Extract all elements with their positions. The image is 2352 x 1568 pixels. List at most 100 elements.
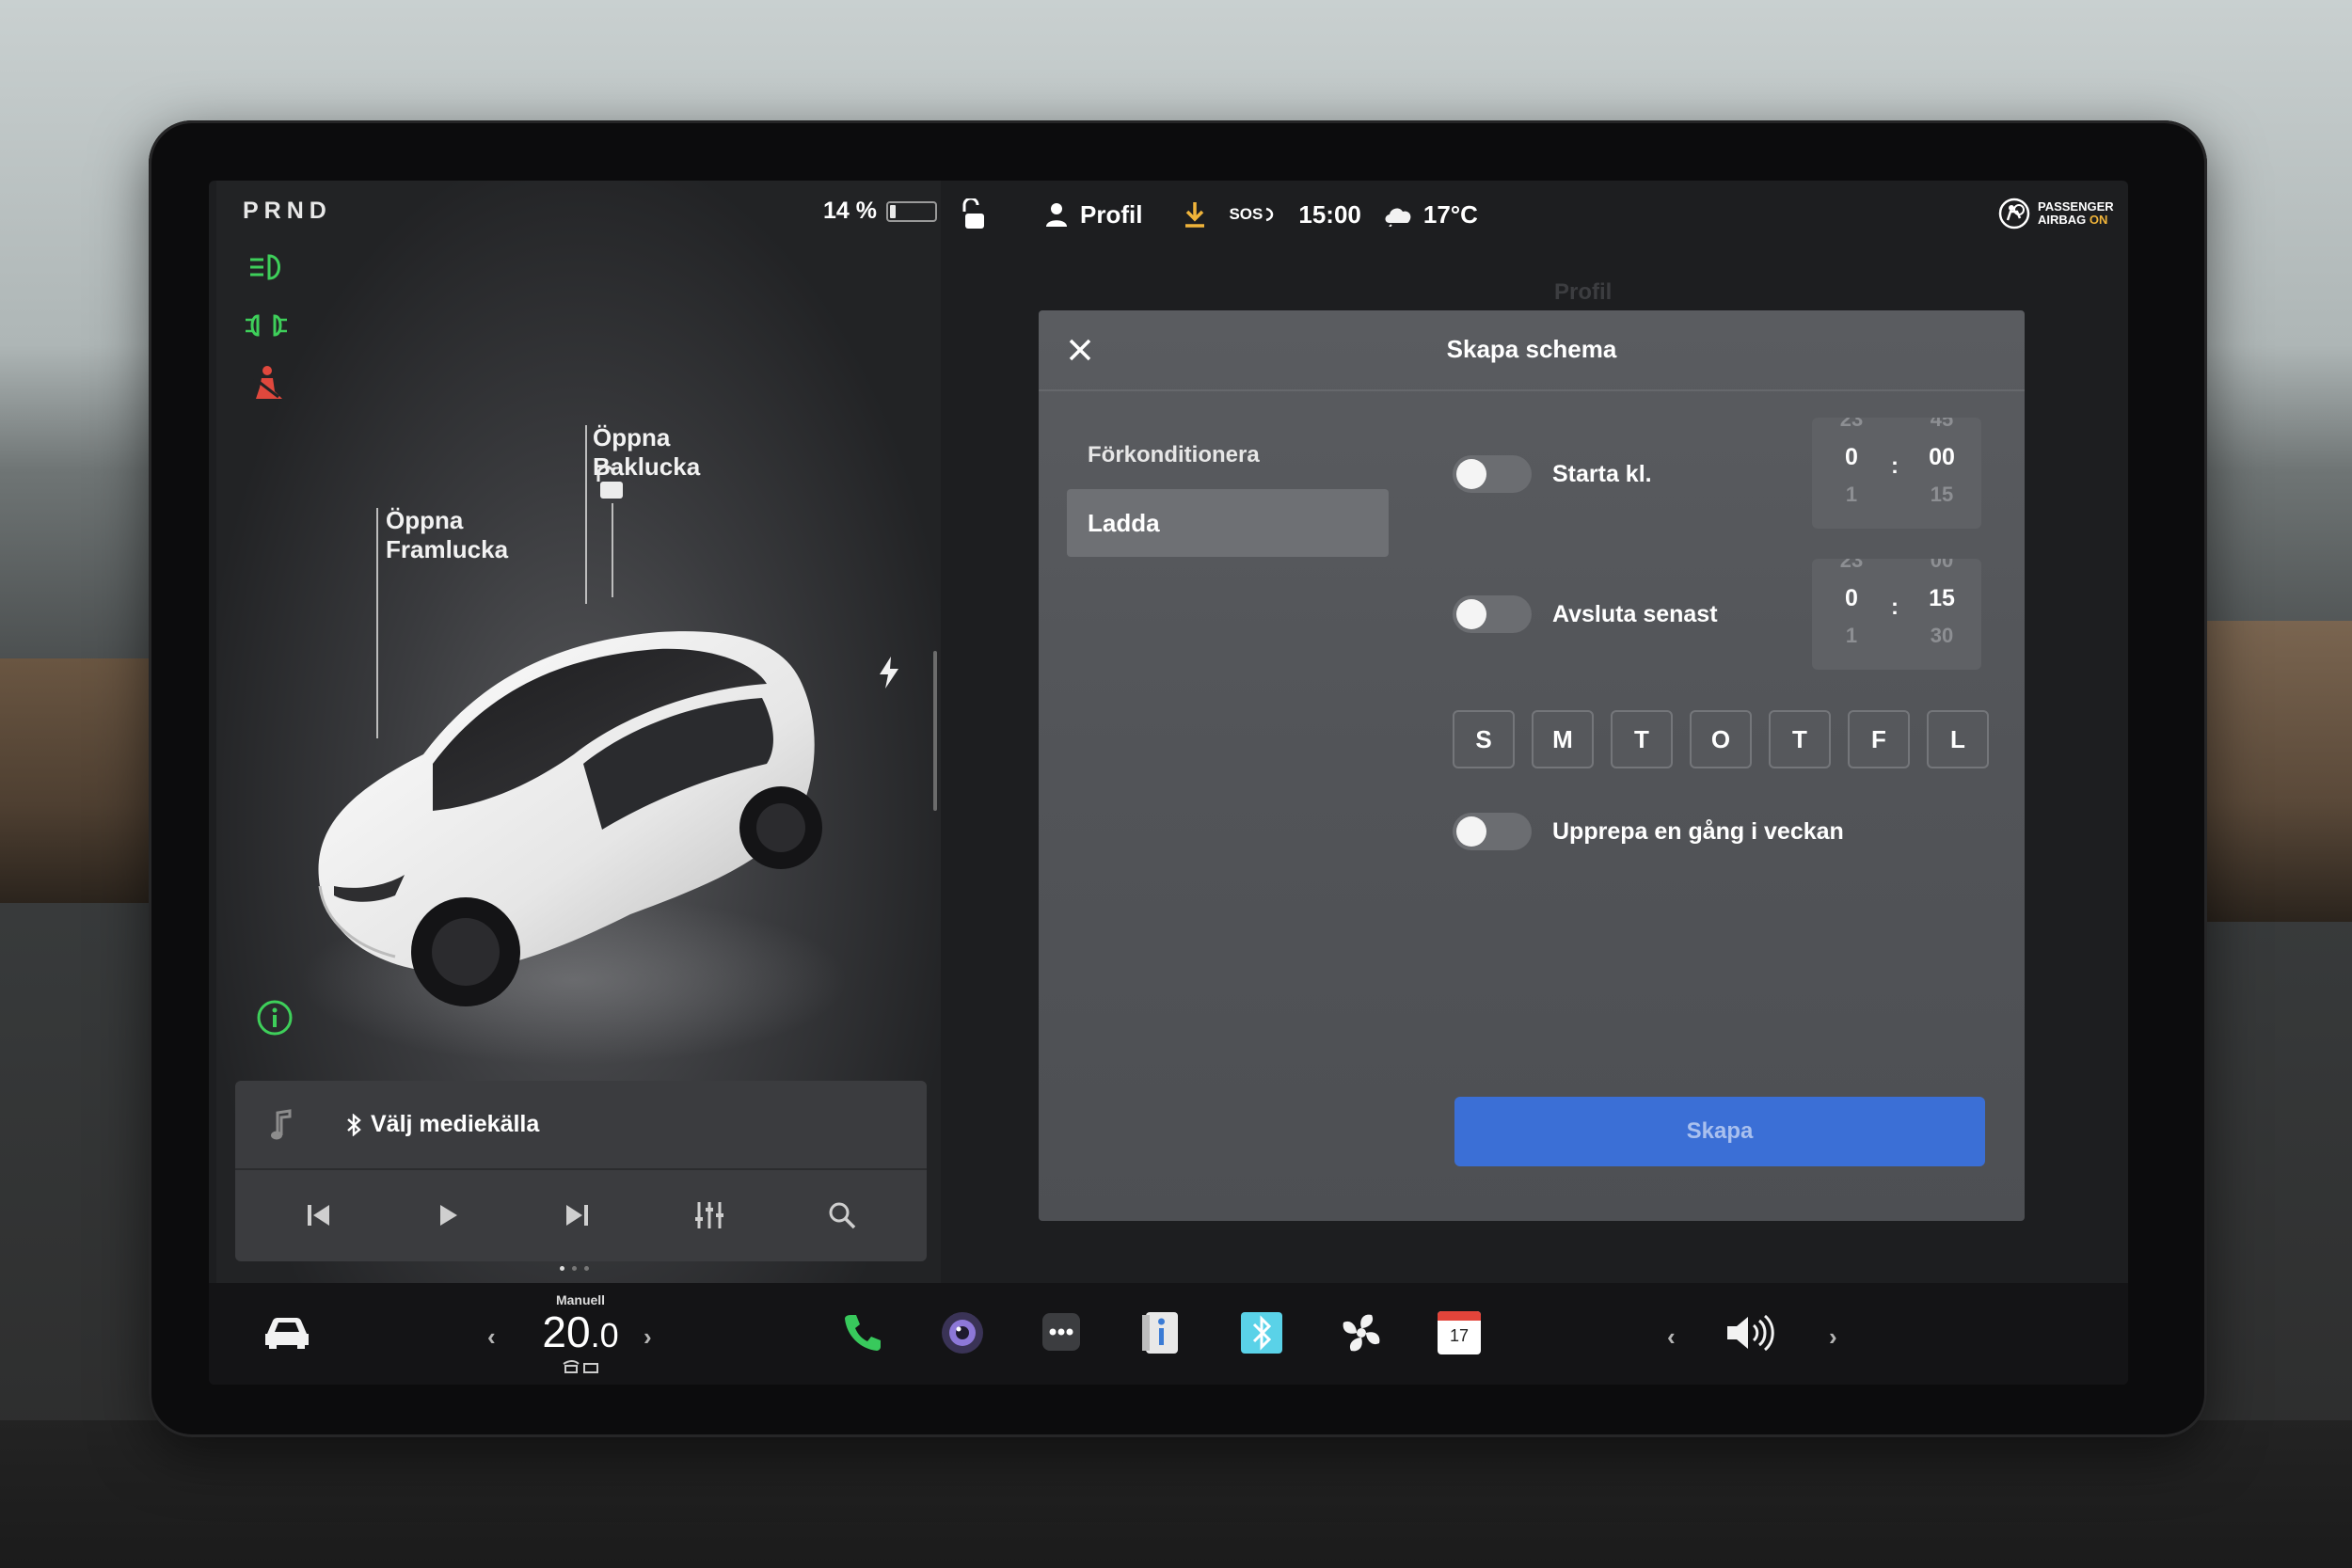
weekday-selector: S M T O T F L: [1453, 710, 1989, 768]
climate-temperature[interactable]: Manuell 20.0: [519, 1292, 642, 1380]
touchscreen: PRND 14 % Öppna Baklucka Öppna Framlucka…: [209, 181, 2128, 1385]
background-profile-label: Profil: [1554, 279, 1613, 305]
bluetooth-app-icon[interactable]: [1238, 1309, 1285, 1356]
repeat-weekly-label: Upprepa en gång i veckan: [1552, 817, 1844, 845]
end-minute: 15: [1929, 585, 1955, 611]
airbag-text-line1: PASSENGER: [2038, 199, 2114, 214]
start-time-label: Starta kl.: [1552, 460, 1652, 487]
start-hour-wheel[interactable]: 23 0 1: [1823, 418, 1880, 514]
status-bar: Profil SOS 15:00 17°C: [961, 194, 1499, 235]
next-track-icon[interactable]: [563, 1202, 591, 1228]
dialog-header: Skapa schema: [1039, 310, 2025, 391]
battery-indicator: 14 %: [823, 198, 937, 225]
media-source-button[interactable]: Välj mediekälla: [346, 1111, 539, 1138]
gear-selector: PRND: [243, 198, 332, 224]
day-thursday[interactable]: T: [1769, 710, 1831, 768]
end-minute-wheel[interactable]: 00 15 30: [1914, 559, 1970, 655]
airbag-text-line2: AIRBAG: [2038, 213, 2087, 227]
start-time-picker[interactable]: 23 0 1 : 45 00 15: [1812, 418, 1981, 529]
battery-percent: 14 %: [823, 198, 877, 224]
schedule-type-tabs: Förkonditionera Ladda: [1067, 421, 1389, 557]
more-apps-icon[interactable]: [1039, 1309, 1084, 1354]
end-hour: 0: [1845, 585, 1858, 611]
tab-charging[interactable]: Ladda: [1067, 489, 1389, 557]
end-hour-wheel[interactable]: 23 0 1: [1823, 559, 1880, 655]
end-time-separator: :: [1891, 594, 1899, 620]
profile-button[interactable]: Profil: [1044, 200, 1142, 230]
manual-icon[interactable]: [1138, 1309, 1184, 1356]
day-friday[interactable]: F: [1848, 710, 1910, 768]
start-time-row: Starta kl.: [1453, 455, 1652, 493]
cabin-temperature-decimal: .0: [590, 1316, 619, 1354]
sos-indicator[interactable]: SOS: [1229, 205, 1278, 224]
media-player: Välj mediekälla: [235, 1081, 927, 1261]
airbag-state: ON: [2089, 213, 2108, 227]
cloud-icon: [1385, 208, 1411, 227]
end-time-toggle[interactable]: [1453, 595, 1532, 633]
defrost-icon: [563, 1360, 598, 1373]
music-note-icon: [271, 1108, 292, 1139]
background-profile-ghost: Profil: [1554, 279, 1612, 306]
temp-down-chevron-icon[interactable]: ‹: [487, 1323, 496, 1352]
day-sunday[interactable]: S: [1453, 710, 1515, 768]
software-update-icon[interactable]: [1182, 199, 1208, 230]
car-model-image: [301, 631, 847, 1065]
call-signal-icon: [1265, 207, 1274, 222]
end-hour-prev: 23: [1839, 559, 1864, 572]
create-button[interactable]: Skapa: [1454, 1097, 1985, 1166]
temp-up-chevron-icon[interactable]: ›: [644, 1323, 652, 1352]
front-trunk-label[interactable]: Öppna Framlucka: [386, 506, 508, 564]
day-saturday[interactable]: L: [1927, 710, 1989, 768]
info-icon[interactable]: [254, 997, 295, 1038]
start-time-toggle[interactable]: [1453, 455, 1532, 493]
dashboard-lower: [0, 1420, 2352, 1568]
end-time-picker[interactable]: 23 0 1 : 00 15 30: [1812, 559, 1981, 670]
play-icon[interactable]: [435, 1202, 461, 1228]
repeat-weekly-row: Upprepa en gång i veckan: [1453, 813, 1844, 850]
end-minute-next: 30: [1930, 624, 1954, 647]
end-time-row: Avsluta senast: [1453, 595, 1718, 633]
start-hour-prev: 23: [1839, 418, 1864, 431]
sos-label: SOS: [1229, 205, 1263, 223]
climate-mode-label: Manuell: [555, 1292, 606, 1307]
volume-left-chevron-icon[interactable]: ‹: [1667, 1323, 1676, 1352]
parking-lights-icon: [246, 314, 287, 337]
weather-widget: 17°C: [1382, 200, 1478, 230]
tab-preconditioning[interactable]: Förkonditionera: [1067, 421, 1389, 489]
day-tuesday[interactable]: T: [1611, 710, 1673, 768]
calendar-icon[interactable]: 17: [1438, 1311, 1481, 1354]
car-icon[interactable]: [262, 1313, 312, 1351]
dashboard-trim-right: [2183, 621, 2352, 922]
previous-track-icon[interactable]: [305, 1202, 333, 1228]
start-hour: 0: [1845, 444, 1858, 470]
front-trunk-label-line2: Framlucka: [386, 535, 509, 563]
phone-icon[interactable]: [839, 1309, 884, 1354]
unlock-icon[interactable]: [593, 465, 630, 502]
front-trunk-label-line1: Öppna: [386, 506, 464, 534]
end-hour-next: 1: [1845, 624, 1858, 647]
equalizer-icon[interactable]: [693, 1200, 725, 1230]
calendar-day: 17: [1449, 1326, 1470, 1345]
media-source-label: Välj mediekälla: [371, 1111, 540, 1137]
day-wednesday[interactable]: O: [1690, 710, 1752, 768]
volume-icon[interactable]: [1724, 1311, 1776, 1354]
outside-temperature: 17°C: [1422, 199, 1478, 229]
repeat-weekly-toggle[interactable]: [1453, 813, 1532, 850]
media-page-dots: [560, 1266, 589, 1271]
fan-icon[interactable]: [1338, 1309, 1385, 1356]
bottom-dock: ‹ Manuell 20.0 › 17 ‹ ›: [209, 1283, 2128, 1385]
car-visualization-panel: PRND 14 % Öppna Baklucka Öppna Framlucka…: [216, 181, 941, 1286]
cabin-temperature-whole: 20: [542, 1307, 591, 1356]
end-time-label: Avsluta senast: [1552, 600, 1718, 627]
volume-right-chevron-icon[interactable]: ›: [1829, 1323, 1837, 1352]
headlight-icon: [250, 254, 280, 280]
start-minute: 00: [1929, 444, 1955, 470]
camera-icon[interactable]: [939, 1309, 986, 1356]
person-icon: [1046, 203, 1067, 227]
search-icon[interactable]: [827, 1200, 857, 1230]
start-minute-wheel[interactable]: 45 00 15: [1914, 418, 1970, 514]
airbag-icon: [1998, 198, 2030, 230]
cabin-temperature: 20.0: [519, 1307, 642, 1360]
day-monday[interactable]: M: [1532, 710, 1594, 768]
lock-status-icon[interactable]: [961, 198, 990, 230]
